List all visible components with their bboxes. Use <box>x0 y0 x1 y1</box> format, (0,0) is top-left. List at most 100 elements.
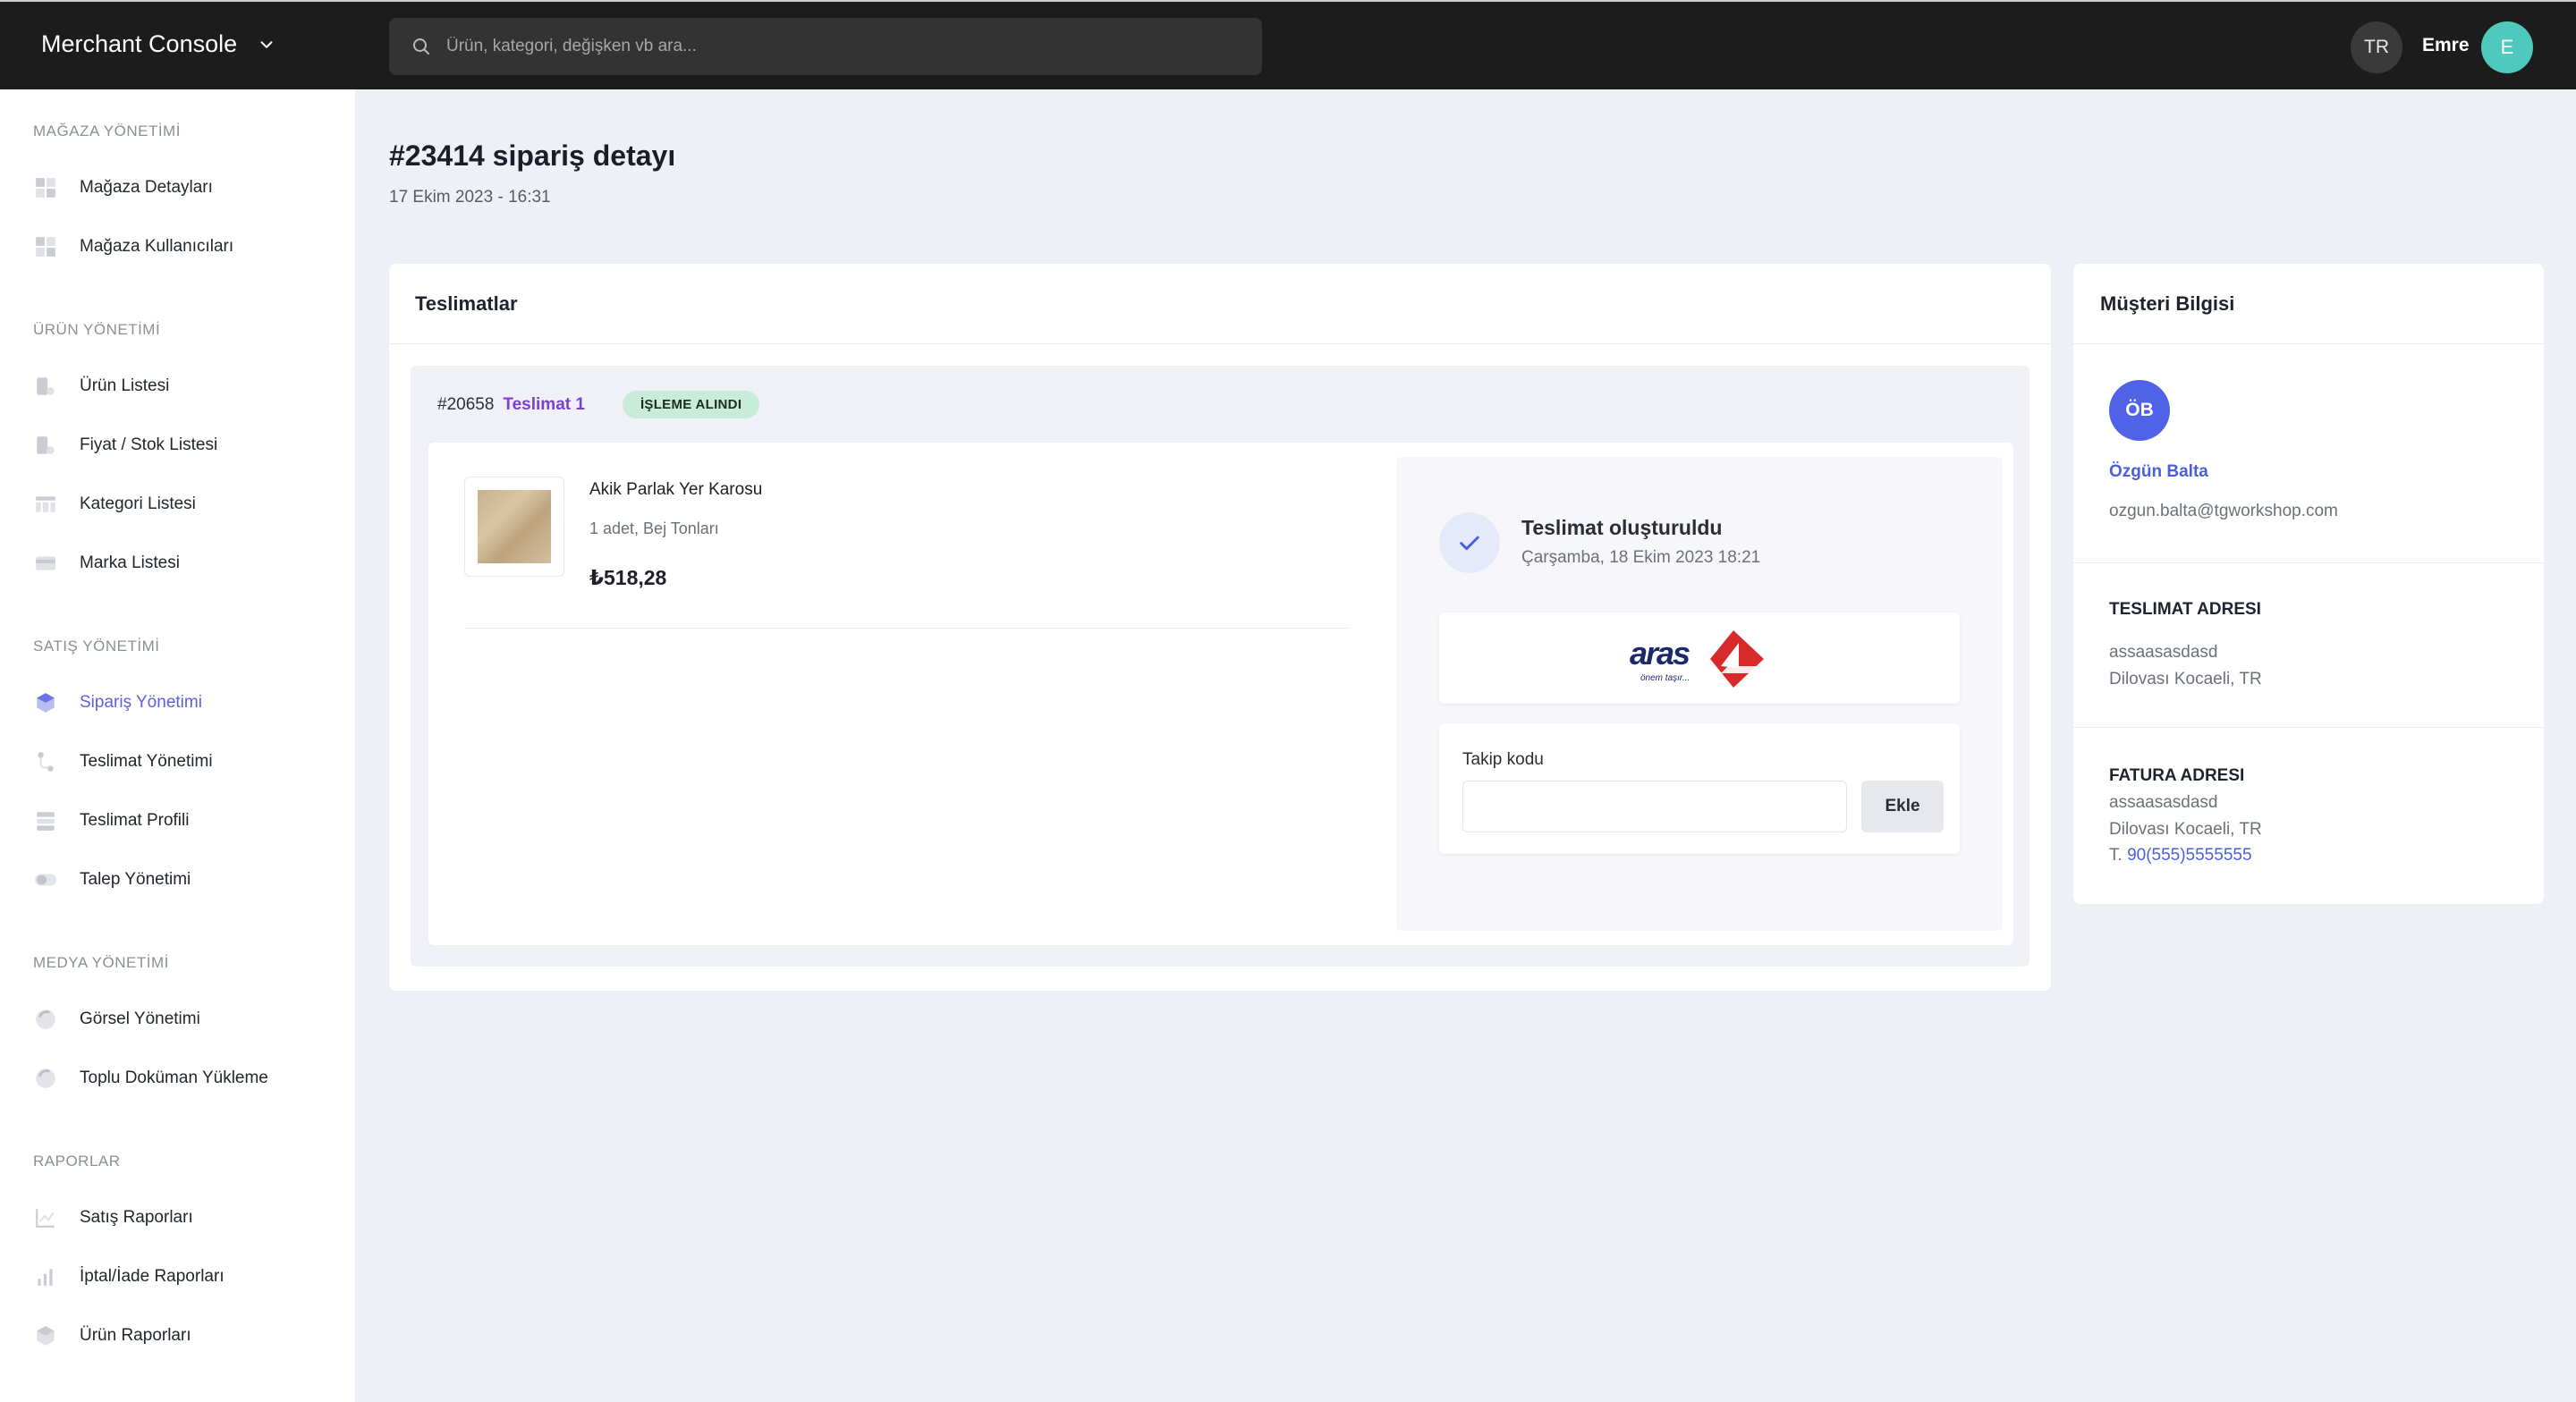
product-icon <box>33 374 58 399</box>
sidebar-item-label: Mağaza Kullanıcıları <box>80 237 234 256</box>
product-thumbnail[interactable] <box>464 477 564 577</box>
carrier-logo-text: aras <box>1630 635 1690 671</box>
sidebar-item-label: Teslimat Profili <box>80 811 190 830</box>
order-date: 17 Ekim 2023 - 16:31 <box>389 188 551 207</box>
tracking-status-date: Çarşamba, 18 Ekim 2023 18:21 <box>1521 548 1761 567</box>
sidebar-item-order-management[interactable]: Sipariş Yönetimi <box>33 685 337 721</box>
status-badge: İŞLEME ALINDI <box>622 391 760 418</box>
aras-logo-icon: aras önem taşır... <box>1630 630 1764 688</box>
tracking-code-label: Takip kodu <box>1462 750 1544 769</box>
sidebar-item-category-list[interactable]: Kategori Listesi <box>33 486 337 522</box>
customer-card: Müşteri Bilgisi ÖB Özgün Balta ozgun.bal… <box>2073 264 2544 904</box>
sidebar-item-price-stock-list[interactable]: Fiyat / Stok Listesi <box>33 427 337 463</box>
billing-address-line: Dilovası Kocaeli, TR <box>2109 820 2262 839</box>
shipment-id: #20658 <box>437 394 495 414</box>
sidebar-item-product-list[interactable]: Ürün Listesi <box>33 368 337 404</box>
box-icon <box>33 690 58 715</box>
brand-switcher[interactable]: Merchant Console <box>41 30 276 58</box>
sidebar-section-title: MAĞAZA YÖNETİMİ <box>33 122 181 139</box>
upload-icon <box>33 1066 58 1091</box>
sidebar-item-label: Ürün Listesi <box>80 376 170 395</box>
sidebar-section-title: SATIŞ YÖNETİMİ <box>33 638 160 655</box>
check-icon <box>1439 512 1500 573</box>
deliveries-card-title: Teslimatlar <box>389 264 2051 344</box>
sidebar-item-delivery-management[interactable]: Teslimat Yönetimi <box>33 744 337 780</box>
sidebar-item-label: Fiyat / Stok Listesi <box>80 435 218 454</box>
line-chart-icon <box>33 1205 58 1230</box>
sidebar-item-store-users[interactable]: Mağaza Kullanıcıları <box>33 229 337 265</box>
shipment-name-link[interactable]: Teslimat 1 <box>503 395 585 415</box>
shipping-address-title: TESLIMAT ADRESI <box>2109 600 2261 619</box>
sidebar-item-label: Toplu Doküman Yükleme <box>80 1068 268 1087</box>
user-avatar[interactable]: E <box>2481 21 2533 73</box>
sidebar-item-store-details[interactable]: Mağaza Detayları <box>33 170 337 206</box>
sidebar-item-delivery-profile[interactable]: Teslimat Profili <box>33 803 337 839</box>
language-switcher[interactable]: TR <box>2351 21 2402 73</box>
shipment-content: Akik Parlak Yer Karosu 1 adet, Bej Tonla… <box>428 443 2013 945</box>
sidebar-item-label: Satış Raporları <box>80 1208 193 1227</box>
page-title: #23414 sipariş detayı <box>389 139 676 172</box>
sidebar-item-cancel-return-reports[interactable]: İptal/İade Raporları <box>33 1259 337 1295</box>
search-icon <box>413 38 429 55</box>
sidebar-item-label: Kategori Listesi <box>80 494 196 513</box>
sidebar-item-sales-reports[interactable]: Satış Raporları <box>33 1200 337 1236</box>
customer-phone-link[interactable]: 90(555)5555555 <box>2127 846 2251 865</box>
sidebar-item-label: Talep Yönetimi <box>80 870 191 889</box>
table-icon <box>33 492 58 517</box>
carrier-slogan: önem taşır... <box>1640 673 1690 683</box>
add-tracking-button[interactable]: Ekle <box>1861 781 1944 832</box>
deliveries-card: Teslimatlar #20658 Teslimat 1 İŞLEME ALI… <box>389 264 2051 991</box>
bar-chart-icon <box>33 1264 58 1289</box>
customer-email: ozgun.balta@tgworkshop.com <box>2109 502 2338 520</box>
shipping-address-line: Dilovası Kocaeli, TR <box>2109 670 2262 688</box>
tracking-status-title: Teslimat oluşturuldu <box>1521 516 1723 539</box>
brand-title: Merchant Console <box>41 30 238 57</box>
tracking-panel: Teslimat oluşturuldu Çarşamba, 18 Ekim 2… <box>1396 457 2003 931</box>
customer-card-title: Müşteri Bilgisi <box>2073 264 2544 344</box>
sidebar-item-label: Görsel Yönetimi <box>80 1009 200 1028</box>
sidebar-item-request-management[interactable]: Talep Yönetimi <box>33 862 337 898</box>
search-input[interactable] <box>446 37 1233 56</box>
billing-address-title: FATURA ADRESI <box>2109 766 2245 785</box>
toggle-icon <box>33 867 58 892</box>
sidebar-item-label: Mağaza Detayları <box>80 178 213 197</box>
sidebar-item-image-management[interactable]: Görsel Yönetimi <box>33 1001 337 1037</box>
customer-avatar: ÖB <box>2109 380 2170 441</box>
sidebar-section-title: RAPORLAR <box>33 1153 121 1170</box>
customer-phone-row: T. 90(555)5555555 <box>2109 846 2252 866</box>
tile-image <box>478 490 551 563</box>
phone-prefix: T. <box>2109 846 2123 865</box>
user-name[interactable]: Emre <box>2422 35 2470 56</box>
product-row: Akik Parlak Yer Karosu 1 adet, Bej Tonla… <box>464 477 1350 629</box>
tracking-code-input[interactable] <box>1462 781 1847 832</box>
sidebar-item-label: Marka Listesi <box>80 553 180 572</box>
sidebar: MAĞAZA YÖNETİMİ Mağaza Detayları Mağaza … <box>0 89 355 1402</box>
route-icon <box>33 749 58 774</box>
top-bar: Merchant Console TR Emre E <box>0 0 2576 89</box>
card-icon <box>33 551 58 576</box>
tracking-code-form: Takip kodu Ekle <box>1439 723 1960 854</box>
sidebar-item-bulk-document-upload[interactable]: Toplu Doküman Yükleme <box>33 1060 337 1096</box>
divider <box>2073 562 2544 563</box>
sidebar-section-title: MEDYA YÖNETİMİ <box>33 954 169 971</box>
sidebar-item-label: Teslimat Yönetimi <box>80 752 213 771</box>
product-price: ₺518,28 <box>589 566 667 589</box>
divider <box>2073 727 2544 728</box>
customer-name-link[interactable]: Özgün Balta <box>2109 462 2208 482</box>
shipping-address-line: assaasasdasd <box>2109 643 2218 662</box>
sidebar-section-title: ÜRÜN YÖNETİMİ <box>33 321 161 338</box>
grid-icon <box>33 175 58 200</box>
product-icon <box>33 433 58 458</box>
product-meta: 1 adet, Bej Tonları <box>589 519 719 537</box>
sidebar-item-product-reports[interactable]: Ürün Raporları <box>33 1318 337 1354</box>
server-icon <box>33 808 58 833</box>
sidebar-item-label: İptal/İade Raporları <box>80 1267 225 1286</box>
grid-icon <box>33 234 58 259</box>
carrier-logo: aras önem taşır... <box>1439 612 1960 704</box>
chevron-down-icon <box>260 40 273 48</box>
sidebar-item-label: Sipariş Yönetimi <box>80 693 202 712</box>
shipment-header: #20658 Teslimat 1 İŞLEME ALINDI <box>437 391 760 418</box>
search-bar[interactable] <box>389 18 1262 75</box>
shipment-panel: #20658 Teslimat 1 İŞLEME ALINDI Akik Par… <box>411 366 2029 967</box>
sidebar-item-brand-list[interactable]: Marka Listesi <box>33 545 337 581</box>
